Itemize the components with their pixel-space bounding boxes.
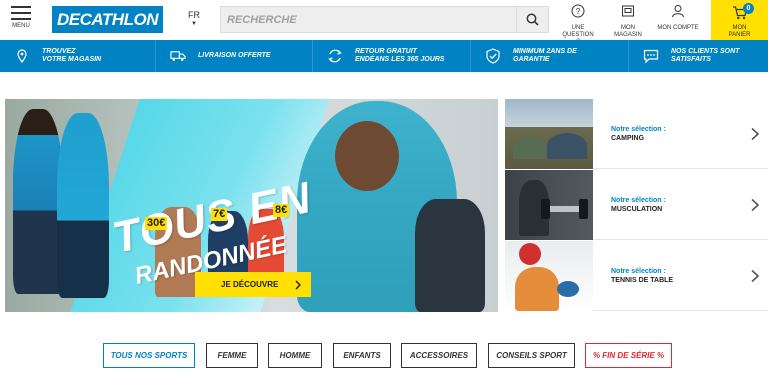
chat-bubble-icon bbox=[643, 48, 659, 64]
my-store-button[interactable]: MON MAGASIN bbox=[610, 4, 646, 39]
benefit-line1: MINIMUM 2ANS DE bbox=[513, 48, 577, 55]
hiker-illustration bbox=[57, 113, 109, 298]
filter-femme[interactable]: FEMME bbox=[206, 343, 258, 368]
backpack-illustration bbox=[415, 199, 485, 312]
selection-category: CAMPING bbox=[611, 135, 645, 142]
decathlon-logo[interactable]: DECATHLON bbox=[52, 6, 163, 33]
location-pin-icon bbox=[14, 48, 30, 64]
menu-label: MENU bbox=[12, 23, 30, 29]
caret-down-icon: ▼ bbox=[191, 21, 197, 27]
search-input[interactable] bbox=[227, 11, 507, 29]
language-selector[interactable]: FR ▼ bbox=[186, 10, 202, 28]
chevron-right-icon bbox=[751, 127, 760, 141]
search-bar bbox=[220, 6, 549, 33]
filter-conseils-sport[interactable]: CONSEILS SPORT bbox=[488, 343, 575, 368]
return-icon bbox=[327, 48, 343, 64]
cart-label-2: PANIER bbox=[728, 32, 751, 38]
benefit-satisfied-customers[interactable]: NOS CLIENTS SONT SATISFAITS bbox=[628, 40, 768, 72]
menu-button[interactable]: MENU bbox=[6, 6, 36, 36]
chevron-right-icon bbox=[751, 269, 760, 283]
truck-icon bbox=[170, 48, 186, 64]
svg-text:?: ? bbox=[576, 7, 581, 16]
benefit-line1: RETOUR GRATUIT bbox=[355, 48, 417, 55]
account-label: MON COMPTE bbox=[657, 25, 699, 31]
price-tag: 7€ bbox=[211, 208, 228, 221]
shield-check-icon bbox=[485, 48, 501, 64]
benefit-line1: TROUVEZ bbox=[42, 48, 76, 55]
language-label: FR bbox=[188, 10, 200, 20]
my-account-button[interactable]: MON COMPTE bbox=[656, 4, 700, 32]
selection-prefix: Notre sélection : bbox=[611, 268, 666, 275]
search-icon bbox=[526, 13, 539, 26]
table-tennis-thumbnail bbox=[505, 241, 593, 311]
help-label-1: UNE bbox=[571, 25, 585, 31]
top-header: MENU DECATHLON FR ▼ ? UNE QUESTION ? MON… bbox=[0, 0, 768, 45]
store-icon bbox=[622, 5, 634, 17]
selection-category: MUSCULATION bbox=[611, 206, 663, 213]
benefit-free-return[interactable]: RETOUR GRATUIT ENDÉANS LES 365 JOURS bbox=[312, 40, 470, 72]
selection-camping[interactable]: Notre sélection : CAMPING bbox=[505, 99, 768, 169]
face-illustration bbox=[335, 121, 399, 191]
cart-count-badge: 0 bbox=[743, 3, 754, 14]
benefits-bar: TROUVEZ VOTRE MAGASIN LIVRAISON OFFERTE R… bbox=[0, 40, 768, 72]
selection-category: TENNIS DE TABLE bbox=[611, 277, 674, 284]
selection-musculation[interactable]: Notre sélection : MUSCULATION bbox=[505, 170, 768, 240]
price-tag: 8€ bbox=[273, 204, 290, 217]
hiker-illustration bbox=[13, 109, 63, 294]
benefit-line2: GARANTIE bbox=[513, 56, 550, 63]
store-label-1: MON bbox=[621, 25, 635, 31]
discover-button[interactable]: JE DÉCOUVRE bbox=[195, 272, 311, 297]
search-button[interactable] bbox=[516, 7, 548, 32]
benefit-line2: ENDÉANS LES 365 JOURS bbox=[355, 56, 445, 63]
filter-accessoires[interactable]: ACCESSOIRES bbox=[401, 343, 477, 368]
cart-label-1: MON bbox=[732, 25, 747, 31]
benefit-warranty[interactable]: MINIMUM 2ANS DE GARANTIE bbox=[470, 40, 628, 72]
question-icon: ? bbox=[571, 4, 585, 18]
benefit-line2: SATISFAITS bbox=[671, 56, 711, 63]
user-icon bbox=[672, 5, 684, 18]
discover-button-label: JE DÉCOUVRE bbox=[221, 280, 279, 289]
selection-tennis-de-table[interactable]: Notre sélection : TENNIS DE TABLE bbox=[505, 241, 768, 311]
selection-prefix: Notre sélection : bbox=[611, 126, 666, 133]
price-tag: 30€ bbox=[145, 217, 168, 230]
store-label-2: MAGASIN bbox=[614, 32, 642, 38]
chevron-right-icon bbox=[751, 198, 760, 212]
sport-filter-bar: TOUS NOS SPORTS FEMME HOMME ENFANTS ACCE… bbox=[0, 343, 768, 368]
musculation-thumbnail bbox=[505, 170, 593, 240]
cart-button[interactable]: 0 MON PANIER bbox=[711, 0, 768, 40]
benefit-line2: VOTRE MAGASIN bbox=[42, 56, 102, 63]
chevron-right-icon bbox=[295, 279, 301, 290]
filter-fin-de-serie[interactable]: % FIN DE SÉRIE % bbox=[585, 343, 672, 368]
hero-banner[interactable]: TOUS EN RANDONNÉE 30€ 7€ 8€ JE DÉCOUVRE bbox=[5, 99, 498, 312]
filter-homme[interactable]: HOMME bbox=[268, 343, 322, 368]
selection-prefix: Notre sélection : bbox=[611, 197, 666, 204]
filter-all-sports[interactable]: TOUS NOS SPORTS bbox=[103, 343, 195, 368]
benefit-find-store[interactable]: TROUVEZ VOTRE MAGASIN bbox=[0, 40, 155, 72]
hamburger-icon bbox=[11, 6, 31, 20]
camping-thumbnail bbox=[505, 99, 593, 169]
filter-enfants[interactable]: ENFANTS bbox=[333, 343, 391, 368]
benefit-free-delivery[interactable]: LIVRAISON OFFERTE bbox=[155, 40, 312, 72]
benefit-line1: NOS CLIENTS SONT bbox=[671, 48, 740, 55]
benefit-line1: LIVRAISON OFFERTE bbox=[198, 52, 271, 59]
